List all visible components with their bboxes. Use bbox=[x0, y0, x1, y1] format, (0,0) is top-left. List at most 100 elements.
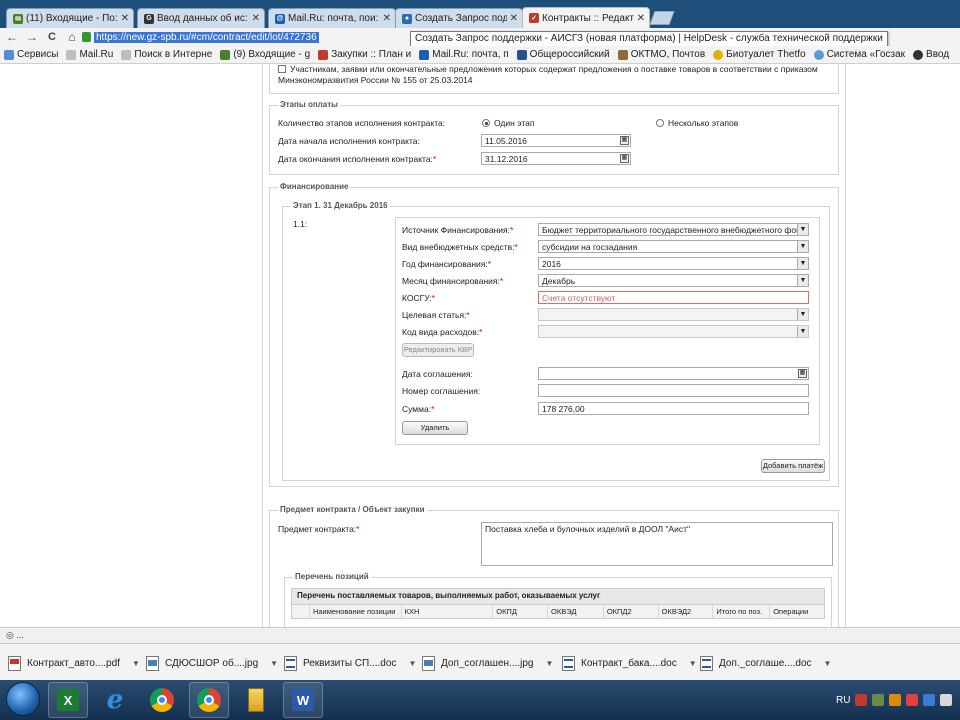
download-item[interactable]: Реквизиты СП....doc ▼ bbox=[284, 650, 416, 676]
bookmark-item[interactable]: Mail.Ru bbox=[62, 49, 117, 60]
chevron-down-icon[interactable]: ▼ bbox=[270, 659, 278, 668]
tab-inbox[interactable]: ✉ (11) Входящие - По: ✕ bbox=[6, 8, 134, 28]
chevron-down-icon[interactable]: ▼ bbox=[546, 659, 554, 668]
language-indicator[interactable]: RU bbox=[836, 695, 850, 706]
bookmark-item[interactable]: Биотуалет Thetfo bbox=[709, 49, 809, 60]
app-tray-icon[interactable] bbox=[906, 694, 919, 706]
subject-textarea[interactable]: Поставка хлеба и булочных изделий в ДООЛ… bbox=[481, 522, 833, 566]
col-total[interactable]: Итого по поз. bbox=[713, 605, 771, 618]
windows-taskbar: X e W RU bbox=[0, 680, 960, 720]
calendar-icon[interactable]: ▦ bbox=[798, 369, 807, 378]
month-select[interactable]: Декабрь ▼ bbox=[538, 274, 809, 287]
delete-button[interactable]: Удалить bbox=[402, 421, 468, 435]
extra-funds-select[interactable]: субсидии на госзадания ▼ bbox=[538, 240, 809, 253]
url-text[interactable]: https://new.gz-spb.ru/#cm/contract/edit/… bbox=[94, 31, 319, 43]
agreement-number-input[interactable] bbox=[538, 384, 809, 397]
download-item[interactable]: Доп._соглаше....doc ▼ bbox=[700, 650, 831, 676]
start-button[interactable] bbox=[6, 682, 40, 716]
col-okpd2[interactable]: ОКПД2 bbox=[604, 605, 659, 618]
chrome-icon[interactable] bbox=[189, 682, 229, 718]
ie-icon[interactable]: e bbox=[95, 682, 135, 718]
tab-contracts[interactable]: ✓ Контракты :: Редакт: ✕ bbox=[522, 7, 650, 28]
agreement-number-label: Номер соглашения: bbox=[402, 386, 481, 396]
participants-checkbox[interactable] bbox=[278, 65, 286, 73]
chevron-down-icon[interactable]: ▼ bbox=[408, 659, 416, 668]
monitor-icon[interactable] bbox=[923, 694, 936, 706]
start-date-input[interactable]: 11.05.2016 ▦ bbox=[481, 134, 631, 147]
tab-data-entry[interactable]: G Ввод данных об ис: ✕ bbox=[137, 8, 265, 28]
excel-icon[interactable]: X bbox=[48, 682, 88, 718]
bookmark-item[interactable]: Система «Госзак bbox=[810, 49, 909, 60]
kvr-select[interactable]: ▼ bbox=[538, 325, 809, 338]
bookmark-item[interactable]: Поиск в Интерне bbox=[117, 49, 216, 60]
page-icon bbox=[121, 49, 132, 60]
reload-icon[interactable]: C bbox=[44, 31, 60, 43]
stage-block: Этап 1. 31 Декабрь 2016 1.1: Источник Фи… bbox=[282, 201, 830, 481]
bookmark-item[interactable]: Mail.Ru: почта, п bbox=[415, 49, 512, 60]
one-stage-radio[interactable] bbox=[482, 119, 490, 127]
sum-label: Сумма:* bbox=[402, 404, 435, 414]
source-select[interactable]: Бюджет территориального государственного… bbox=[538, 223, 809, 236]
section-title: Перечень позиций bbox=[293, 572, 371, 581]
col-name[interactable]: Наименование позиции bbox=[310, 605, 402, 618]
close-icon[interactable]: ✕ bbox=[637, 13, 645, 24]
kaspersky-icon[interactable] bbox=[855, 694, 868, 706]
chevron-down-icon[interactable]: ▼ bbox=[689, 659, 697, 668]
network-icon[interactable] bbox=[872, 694, 885, 706]
agreement-date-input[interactable]: ▦ bbox=[538, 367, 809, 380]
chevron-down-icon: ▼ bbox=[797, 224, 808, 235]
pdf-file-icon bbox=[8, 655, 21, 671]
bookmark-item[interactable]: Закупки :: План и bbox=[314, 49, 415, 60]
year-select[interactable]: 2016 ▼ bbox=[538, 257, 809, 270]
chevron-down-icon: ▼ bbox=[797, 326, 808, 337]
add-payment-button[interactable]: Добавить платёж bbox=[761, 459, 825, 473]
tab-helpdesk[interactable]: ● Создать Запрос под: ✕ bbox=[395, 8, 523, 28]
chevron-down-icon: ▼ bbox=[797, 275, 808, 286]
new-tab-button[interactable] bbox=[649, 11, 675, 25]
col-okved[interactable]: ОКВЭД bbox=[548, 605, 604, 618]
many-stages-radio[interactable] bbox=[656, 119, 664, 127]
word-icon[interactable]: W bbox=[283, 682, 323, 718]
close-icon[interactable]: ✕ bbox=[383, 13, 391, 24]
col-okpd[interactable]: ОКПД bbox=[493, 605, 549, 618]
chrome-icon[interactable] bbox=[142, 682, 182, 718]
sum-input[interactable]: 178 276,00 bbox=[538, 402, 809, 415]
volume-icon[interactable] bbox=[940, 694, 953, 706]
download-item[interactable]: Доп_соглашен....jpg ▼ bbox=[422, 650, 553, 676]
tab-mailru[interactable]: @ Mail.Ru: почта, пои: ✕ bbox=[268, 8, 396, 28]
download-item[interactable]: СДЮСШОР об....jpg ▼ bbox=[146, 650, 278, 676]
col-okved2[interactable]: ОКВЭД2 bbox=[659, 605, 714, 618]
participants-box: Участникам, заявки или окончательные пре… bbox=[269, 64, 839, 94]
app-tray-icon[interactable] bbox=[889, 694, 902, 706]
chevron-down-icon[interactable]: ▼ bbox=[132, 659, 140, 668]
target-select[interactable]: ▼ bbox=[538, 308, 809, 321]
bookmark-item[interactable]: Общероссийский bbox=[513, 49, 614, 60]
close-icon[interactable]: ✕ bbox=[121, 13, 129, 24]
extra-funds-label: Вид внебюджетных средств:* bbox=[402, 242, 518, 252]
positions-table-title: Перечень поставляемых товаров, выполняем… bbox=[291, 588, 825, 605]
home-icon[interactable]: ⌂ bbox=[64, 30, 80, 44]
calendar-icon[interactable]: ▦ bbox=[620, 136, 629, 145]
download-item[interactable]: Контракт_авто....pdf ▼ bbox=[8, 650, 140, 676]
calendar-icon[interactable]: ▦ bbox=[620, 154, 629, 163]
bookmark-item[interactable]: Ввод bbox=[909, 49, 953, 60]
tab-tooltip: Создать Запрос поддержки - АИСГЗ (новая … bbox=[410, 31, 888, 47]
edit-kvr-button[interactable]: Редактировать КВР bbox=[402, 343, 474, 357]
col-khn[interactable]: КХН bbox=[402, 605, 494, 618]
bookmark-item[interactable]: Сервисы bbox=[0, 49, 62, 60]
end-date-input[interactable]: 31.12.2016 ▦ bbox=[481, 152, 631, 165]
close-icon[interactable]: ✕ bbox=[510, 13, 518, 24]
download-item[interactable]: Контракт_бака....doc ▼ bbox=[562, 650, 697, 676]
forward-icon[interactable]: → bbox=[24, 30, 40, 44]
kosgu-input[interactable]: Счета отсутствуют bbox=[538, 291, 809, 304]
close-icon[interactable]: ✕ bbox=[252, 13, 260, 24]
bookmark-item[interactable]: (9) Входящие - g bbox=[216, 49, 314, 60]
col-operations[interactable]: Операции bbox=[770, 605, 824, 618]
address-bar[interactable]: https://new.gz-spb.ru/#cm/contract/edit/… bbox=[82, 30, 382, 44]
bookmark-item[interactable]: ОКТМО, Почтов bbox=[614, 49, 709, 60]
chevron-down-icon[interactable]: ▼ bbox=[824, 659, 832, 668]
explorer-icon[interactable] bbox=[236, 682, 276, 718]
financing-row: Источник Финансирования:* Бюджет террито… bbox=[395, 217, 820, 445]
back-icon[interactable]: ← bbox=[4, 30, 20, 44]
contracts-icon bbox=[318, 49, 329, 60]
